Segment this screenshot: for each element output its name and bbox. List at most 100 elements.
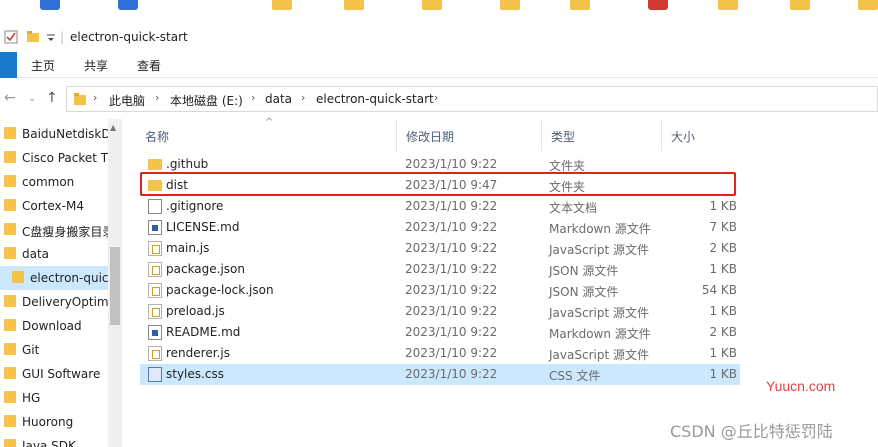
file-row-package-json[interactable]: package.json 2023/1/10 9:22 JSON 源文件 1 K…: [140, 259, 740, 280]
file-type: 文本文档: [549, 201, 598, 215]
properties-check-icon[interactable]: [4, 30, 18, 44]
json-file-icon: [148, 262, 162, 277]
file-date: 2023/1/10 9:22: [405, 367, 498, 381]
js-file-icon: [148, 241, 162, 256]
sidebar-item-label: electron-quic: [30, 271, 108, 285]
file-size: 1 KB: [709, 199, 737, 213]
breadcrumb-separator[interactable]: ›: [93, 91, 97, 104]
text-file-icon: [148, 199, 162, 214]
breadcrumb-separator[interactable]: ›: [434, 91, 438, 104]
css-file-icon: [148, 367, 162, 382]
file-date: 2023/1/10 9:22: [405, 346, 498, 360]
sidebar-item-huorong[interactable]: Huorong: [0, 410, 108, 434]
sidebar-item-label: Download: [22, 319, 82, 333]
file-type: JSON 源文件: [549, 264, 619, 278]
column-header-date[interactable]: 修改日期: [397, 119, 542, 151]
file-row-license[interactable]: LICENSE.md 2023/1/10 9:22 Markdown 源文件 7…: [140, 217, 740, 238]
watermark-site: Yuucn.com: [766, 378, 836, 394]
breadcrumb-separator[interactable]: ›: [251, 91, 255, 104]
file-row-preload-js[interactable]: preload.js 2023/1/10 9:22 JavaScript 源文件…: [140, 301, 740, 322]
file-type: JavaScript 源文件: [549, 348, 649, 362]
folder-icon: [4, 439, 16, 447]
sidebar-item-electron-quick-start[interactable]: electron-quic: [0, 266, 108, 290]
breadcrumb-this-pc[interactable]: 此电脑: [109, 92, 145, 109]
sidebar-item-download[interactable]: Download: [0, 314, 108, 338]
window-title: electron-quick-start: [70, 30, 188, 44]
back-arrow-icon[interactable]: ←: [4, 90, 16, 106]
customize-quick-access-icon[interactable]: [46, 30, 56, 44]
annotation-highlight-box: [140, 172, 736, 196]
folder-icon: [4, 127, 16, 139]
nav-scrollbar[interactable]: ▲: [108, 119, 122, 447]
sidebar-item-java-sdk[interactable]: Java SDK: [0, 434, 108, 447]
file-name: renderer.js: [166, 346, 230, 360]
sidebar-item-cisco-packet[interactable]: Cisco Packet T: [0, 146, 108, 170]
file-date: 2023/1/10 9:22: [405, 283, 498, 297]
file-row-readme[interactable]: README.md 2023/1/10 9:22 Markdown 源文件 2 …: [140, 322, 740, 343]
folder-icon: [4, 295, 16, 307]
sidebar-item-c-drive-slim[interactable]: C盘瘦身搬家目录: [0, 218, 108, 242]
desktop-folder-icon[interactable]: [500, 0, 520, 10]
file-type: Markdown 源文件: [549, 327, 651, 341]
breadcrumb-electron-quick-start[interactable]: electron-quick-start: [316, 92, 434, 106]
file-row-package-lock[interactable]: package-lock.json 2023/1/10 9:22 JSON 源文…: [140, 280, 740, 301]
folder-icon: [74, 93, 86, 105]
breadcrumb-drive-e[interactable]: 本地磁盘 (E:): [170, 92, 243, 109]
column-header-type[interactable]: 类型: [542, 119, 662, 151]
desktop-folder-icon[interactable]: [570, 0, 590, 10]
nav-scrollbar-thumb[interactable]: [110, 247, 120, 325]
folder-icon: [4, 343, 16, 355]
breadcrumb-data[interactable]: data: [265, 92, 292, 106]
file-row-main-js[interactable]: main.js 2023/1/10 9:22 JavaScript 源文件 2 …: [140, 238, 740, 259]
file-row-styles-css[interactable]: styles.css 2023/1/10 9:22 CSS 文件 1 KB: [140, 364, 740, 385]
folder-icon: [4, 223, 16, 235]
desktop-folder-icon[interactable]: [858, 0, 878, 10]
breadcrumb-separator[interactable]: ›: [301, 91, 305, 104]
tab-share[interactable]: 共享: [84, 57, 108, 74]
desktop-folder-icon[interactable]: [790, 0, 810, 10]
title-separator: |: [60, 30, 65, 44]
address-bar[interactable]: › 此电脑 › 本地磁盘 (E:) › data › electron-quic…: [66, 86, 878, 112]
json-file-icon: [148, 283, 162, 298]
sidebar-item-git[interactable]: Git: [0, 338, 108, 362]
sidebar-item-label: C盘瘦身搬家目录: [22, 225, 108, 239]
desktop-app-icon[interactable]: [40, 0, 60, 10]
folder-icon: [4, 247, 16, 259]
desktop-folder-icon[interactable]: [272, 0, 292, 10]
breadcrumb-separator[interactable]: ›: [155, 91, 159, 104]
desktop-app-icon[interactable]: [648, 0, 668, 10]
file-size: 7 KB: [709, 220, 737, 234]
recent-locations-chevron-icon[interactable]: ⌄: [28, 93, 36, 104]
sidebar-item-label: HG: [22, 391, 41, 405]
desktop-app-icon[interactable]: [118, 0, 138, 10]
desktop-folder-icon[interactable]: [718, 0, 738, 10]
file-tab[interactable]: [0, 52, 17, 78]
column-header-name[interactable]: 名称: [136, 119, 397, 151]
tab-home[interactable]: 主页: [31, 57, 55, 74]
sidebar-item-hg[interactable]: HG: [0, 386, 108, 410]
markdown-file-icon: [148, 325, 162, 340]
sidebar-item-delivery-optimization[interactable]: DeliveryOptimi: [0, 290, 108, 314]
desktop-shortcut-strip: [0, 0, 878, 22]
sidebar-item-baidunetdisk[interactable]: BaiduNetdiskD: [0, 122, 108, 146]
tab-view[interactable]: 查看: [137, 57, 161, 74]
sidebar-item-data[interactable]: data: [0, 242, 108, 266]
column-header-size[interactable]: 大小: [662, 119, 742, 151]
file-row-gitignore[interactable]: .gitignore 2023/1/10 9:22 文本文档 1 KB: [140, 196, 740, 217]
file-name: package-lock.json: [166, 283, 274, 297]
sidebar-item-common[interactable]: common: [0, 170, 108, 194]
markdown-file-icon: [148, 220, 162, 235]
new-folder-icon[interactable]: [26, 30, 40, 44]
desktop-folder-icon[interactable]: [422, 0, 442, 10]
file-row-renderer-js[interactable]: renderer.js 2023/1/10 9:22 JavaScript 源文…: [140, 343, 740, 364]
sidebar-item-gui-software[interactable]: GUI Software: [0, 362, 108, 386]
desktop-folder-icon[interactable]: [344, 0, 364, 10]
up-arrow-icon[interactable]: ↑: [46, 90, 58, 106]
file-type: JSON 源文件: [549, 285, 619, 299]
sidebar-item-cortex-m4[interactable]: Cortex-M4: [0, 194, 108, 218]
folder-icon: [4, 367, 16, 379]
file-date: 2023/1/10 9:22: [405, 220, 498, 234]
file-type: JavaScript 源文件: [549, 243, 649, 257]
scroll-up-arrow-icon[interactable]: ▲: [110, 123, 116, 132]
file-date: 2023/1/10 9:22: [405, 199, 498, 213]
